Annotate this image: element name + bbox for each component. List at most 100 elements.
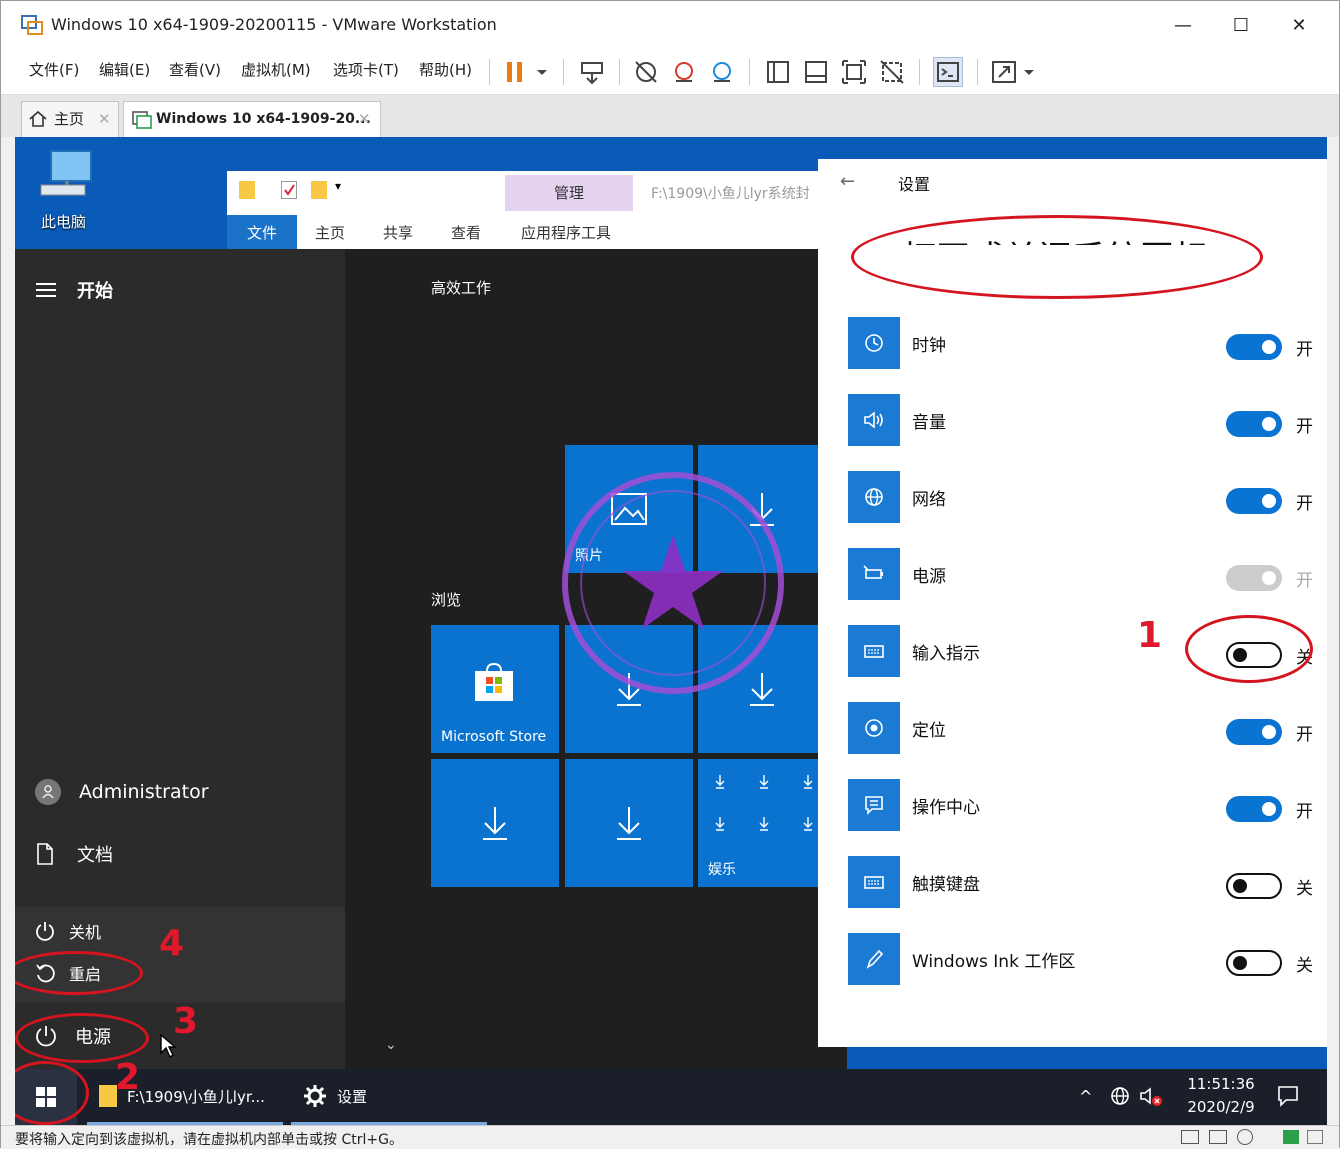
scroll-down-icon[interactable]: ⌄: [385, 1037, 397, 1053]
status-message: 要将输入定向到该虚拟机，请在虚拟机内部单击或按 Ctrl+G。: [15, 1132, 403, 1148]
setting-label: 音量: [912, 413, 946, 433]
avatar: [35, 779, 61, 805]
toggle-action-center[interactable]: [1226, 796, 1282, 822]
setting-row-power: 电源 开: [848, 548, 1327, 625]
ribbon-tab-app-tools[interactable]: 应用程序工具: [521, 215, 611, 251]
ribbon-tab-view[interactable]: 查看: [451, 215, 481, 251]
vm-tab-icon: [132, 111, 152, 129]
explorer-title-path: F:\1909\小鱼儿lyr系统封: [651, 186, 810, 202]
keyboard-icon: [848, 625, 900, 677]
menu-file[interactable]: 文件(F): [29, 59, 79, 80]
menu-view[interactable]: 查看(V): [169, 59, 221, 80]
fullscreen-status-icon[interactable]: [1307, 1130, 1323, 1144]
folder-icon: [239, 181, 255, 199]
tab-home[interactable]: 主页 ✕: [21, 101, 119, 137]
toggle-location[interactable]: [1226, 719, 1282, 745]
snapshot-disabled-icon[interactable]: [631, 57, 661, 87]
new-folder-icon[interactable]: [311, 181, 327, 199]
stretch-guest-icon[interactable]: [989, 57, 1019, 87]
tab-close-icon[interactable]: ✕: [358, 102, 371, 136]
network-adapter-icon[interactable]: [1209, 1130, 1227, 1144]
cd-dvd-icon[interactable]: [1237, 1129, 1253, 1145]
tab-vm-label: Windows 10 x64-1909-20...: [156, 111, 371, 127]
clock-time[interactable]: 11:51:36: [1181, 1075, 1261, 1093]
start-menu-header[interactable]: 开始: [35, 277, 113, 303]
watermark-stamp: [557, 467, 789, 699]
toggle-power[interactable]: [1226, 565, 1282, 591]
tile-placeholder[interactable]: [565, 759, 693, 887]
toggle-touch-keyboard[interactable]: [1226, 873, 1282, 899]
show-hidden-icons-chevron-icon[interactable]: ^: [1079, 1087, 1092, 1106]
location-icon: [848, 702, 900, 754]
status-bar: 要将输入定向到该虚拟机，请在虚拟机内部单击或按 Ctrl+G。: [1, 1125, 1339, 1149]
ribbon-tab-file[interactable]: 文件: [227, 215, 297, 251]
ribbon-tab-share[interactable]: 共享: [383, 215, 413, 251]
notification-icon[interactable]: [1277, 1085, 1299, 1107]
taskbar-settings-label: 设置: [337, 1088, 368, 1106]
mini-download-icons: [712, 771, 816, 831]
tile-entertainment[interactable]: 娱乐: [698, 759, 826, 887]
power-icon: [35, 921, 55, 941]
menu-tabs[interactable]: 选项卡(T): [333, 59, 399, 80]
menu-help[interactable]: 帮助(H): [419, 59, 472, 80]
toggle-volume[interactable]: [1226, 411, 1282, 437]
guest-screen[interactable]: 此电脑 ▾ 管理 F:\1909\小鱼儿lyr系统封 文件 主页 共享 查看 应…: [15, 137, 1327, 1125]
message-log-icon[interactable]: [1283, 1130, 1299, 1144]
properties-icon[interactable]: [281, 181, 297, 199]
battery-icon: [848, 548, 900, 600]
setting-row-touch-keyboard: 触摸键盘 关: [848, 856, 1327, 933]
start-documents-item[interactable]: 文档: [35, 841, 113, 867]
tile-store-label: Microsoft Store: [441, 729, 547, 745]
start-title: 开始: [77, 281, 113, 302]
snapshot-manager-icon[interactable]: [707, 57, 737, 87]
setting-row-volume: 音量 开: [848, 394, 1327, 471]
start-user-item[interactable]: Administrator: [35, 779, 209, 805]
unity-mode-icon[interactable]: [877, 57, 907, 87]
hamburger-icon[interactable]: [35, 282, 57, 298]
revert-snapshot-icon[interactable]: [669, 57, 699, 87]
tile-microsoft-store[interactable]: Microsoft Store: [431, 625, 559, 753]
console-view-icon[interactable]: [933, 57, 963, 87]
toggle-network[interactable]: [1226, 488, 1282, 514]
close-button[interactable]: ✕: [1279, 11, 1319, 41]
taskbar-settings-item[interactable]: 设置: [291, 1069, 487, 1125]
pause-icon[interactable]: [501, 57, 531, 87]
dropdown-arrow-icon[interactable]: [1017, 57, 1047, 87]
menu-vm[interactable]: 虚拟机(M): [241, 59, 311, 80]
toggle-clock[interactable]: [1226, 334, 1282, 360]
home-icon: [28, 110, 48, 128]
network-globe-icon[interactable]: [1109, 1085, 1131, 1107]
setting-row-windows-ink: Windows Ink 工作区 关: [848, 933, 1327, 1010]
back-button[interactable]: ←: [840, 171, 855, 192]
hard-disk-icon[interactable]: [1181, 1130, 1199, 1144]
thumbnail-view-icon[interactable]: [801, 57, 831, 87]
store-icon: [473, 663, 515, 703]
ribbon-manage-label[interactable]: 管理: [505, 175, 633, 211]
clock-date[interactable]: 2020/2/9: [1179, 1098, 1263, 1116]
desktop-icon-this-pc[interactable]: 此电脑: [37, 147, 97, 231]
setting-label: Windows Ink 工作区: [912, 952, 1076, 972]
group-title-productive: 高效工作: [431, 279, 492, 297]
volume-muted-icon[interactable]: [1139, 1085, 1163, 1107]
send-ctrl-alt-del-icon[interactable]: [577, 57, 607, 87]
full-screen-icon[interactable]: [839, 57, 869, 87]
minimize-button[interactable]: —: [1163, 11, 1203, 41]
toggle-windows-ink[interactable]: [1226, 950, 1282, 976]
tab-vm[interactable]: Windows 10 x64-1909-20... ✕: [123, 101, 381, 137]
start-tiles: 高效工作 浏览 照片 Microsoft Store 娱乐 ⌄: [345, 249, 847, 1069]
tab-close-icon[interactable]: ✕: [98, 102, 111, 136]
maximize-button[interactable]: ☐: [1221, 11, 1261, 41]
file-explorer-window[interactable]: ▾ 管理 F:\1909\小鱼儿lyr系统封 文件 主页 共享 查看 应用程序工…: [227, 171, 847, 251]
download-icon: [480, 805, 510, 841]
setting-label: 定位: [912, 721, 946, 741]
menu-edit[interactable]: 编辑(E): [99, 59, 150, 80]
start-menu: 开始 Administrator 文档 关机 重启 电源 高效工作 浏览 照片 …: [15, 249, 847, 1069]
tile-placeholder[interactable]: [431, 759, 559, 887]
vmware-logo-icon: [21, 15, 43, 35]
library-view-icon[interactable]: [763, 57, 793, 87]
annotation-number-4: 4: [159, 923, 185, 964]
quick-access-dropdown-icon[interactable]: ▾: [335, 179, 341, 193]
ribbon-tab-home[interactable]: 主页: [315, 215, 345, 251]
shutdown-item[interactable]: 关机: [35, 919, 101, 943]
dropdown-arrow-icon[interactable]: [531, 57, 561, 87]
